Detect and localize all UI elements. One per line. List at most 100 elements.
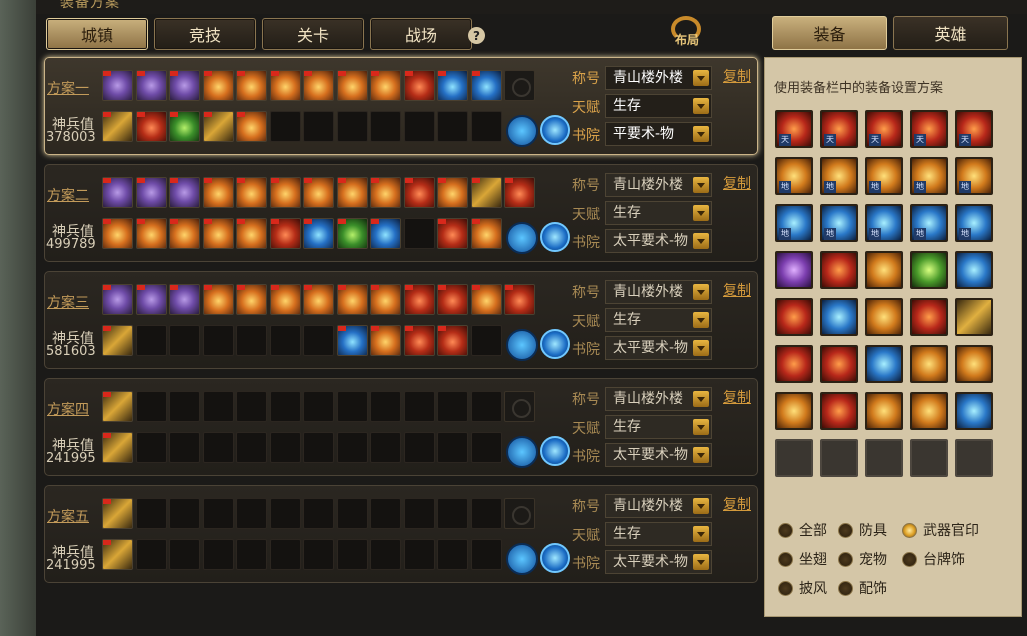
chevron-down-icon[interactable] [693, 554, 709, 570]
equip-slot[interactable] [269, 325, 301, 356]
equip-slot[interactable] [236, 111, 267, 142]
radio-icon[interactable] [838, 580, 853, 596]
chevron-down-icon[interactable] [693, 447, 709, 463]
equip-slot[interactable] [135, 498, 167, 529]
equip-slot[interactable] [102, 284, 133, 315]
title-select[interactable]: 青山楼外楼 [605, 66, 712, 90]
equip-slot[interactable] [470, 498, 502, 529]
equip-slot[interactable] [135, 177, 167, 208]
plan-name[interactable]: 方案五 [47, 506, 89, 526]
plan-name[interactable]: 方案二 [47, 185, 89, 205]
equipment-item[interactable]: 天 [910, 110, 948, 148]
equip-slot[interactable] [169, 111, 200, 142]
equip-slot[interactable] [135, 539, 167, 570]
equip-slot[interactable] [236, 284, 267, 315]
equip-slot[interactable] [236, 391, 267, 422]
mount-skill-icon[interactable] [506, 222, 538, 254]
copy-link[interactable]: 复制 [723, 280, 751, 300]
equipment-item[interactable]: 地 [820, 157, 858, 195]
equip-slot[interactable] [336, 498, 368, 529]
tab-equipment[interactable]: 装备 [772, 16, 887, 50]
equip-slot[interactable] [336, 539, 368, 570]
spirit-skill-icon[interactable] [540, 222, 570, 252]
chevron-down-icon[interactable] [693, 526, 709, 542]
spirit-skill-icon[interactable] [540, 115, 570, 145]
equipment-item[interactable]: 天 [955, 110, 993, 148]
equipment-item[interactable] [820, 392, 858, 430]
equip-slot[interactable] [202, 432, 234, 463]
equip-slot[interactable] [470, 218, 502, 249]
equip-slot[interactable] [135, 325, 167, 356]
equip-slot[interactable] [370, 325, 401, 356]
equip-slot[interactable] [437, 498, 468, 529]
equip-slot[interactable] [202, 111, 234, 142]
equip-slot[interactable] [269, 70, 301, 101]
spirit-skill-icon[interactable] [540, 436, 570, 466]
equip-slot[interactable] [303, 284, 334, 315]
equipment-item[interactable]: 地 [910, 204, 948, 242]
equip-slot[interactable] [370, 218, 401, 249]
academy-select[interactable]: 平要术-物 [605, 122, 712, 146]
equipment-item[interactable] [955, 251, 993, 289]
equip-slot[interactable] [202, 325, 234, 356]
equip-slot[interactable] [102, 177, 133, 208]
chevron-down-icon[interactable] [693, 177, 709, 193]
equip-slot[interactable] [102, 539, 133, 570]
equipment-item[interactable] [775, 392, 813, 430]
equip-slot[interactable] [169, 325, 200, 356]
plan-3[interactable]: 方案三 神兵值 581603 称号 天赋 书院 青山楼外楼 生存 太平要术-物 复制 [44, 271, 758, 369]
equipment-item[interactable]: 天 [865, 110, 903, 148]
equip-slot[interactable] [403, 325, 435, 356]
mount-skill-icon[interactable] [506, 543, 538, 575]
equipment-item[interactable]: 地 [775, 157, 813, 195]
equip-slot[interactable] [437, 284, 468, 315]
tab-stage[interactable]: 关卡 [262, 18, 364, 50]
equip-slot[interactable] [202, 218, 234, 249]
spirit-skill-icon[interactable] [540, 329, 570, 359]
equip-slot[interactable] [504, 70, 535, 101]
spirit-skill-icon[interactable] [540, 543, 570, 573]
radio-icon[interactable] [838, 522, 853, 538]
filter-option[interactable]: 武器官印 [902, 520, 979, 540]
help-icon[interactable]: ? [468, 27, 485, 44]
equip-slot[interactable] [269, 432, 301, 463]
equip-slot[interactable] [303, 70, 334, 101]
equip-slot[interactable] [269, 284, 301, 315]
equip-slot[interactable] [403, 177, 435, 208]
equip-slot[interactable] [135, 218, 167, 249]
plan-1[interactable]: 方案一 神兵值 378003 称号 天赋 书院 青山楼外楼 生存 平要术-物 复制 [44, 57, 758, 155]
tab-battlefield[interactable]: 战场 [370, 18, 472, 50]
equip-slot[interactable] [403, 284, 435, 315]
equip-slot[interactable] [437, 539, 468, 570]
equip-slot[interactable] [236, 325, 267, 356]
equip-slot[interactable] [303, 218, 334, 249]
radio-icon[interactable] [778, 551, 793, 567]
equip-slot[interactable] [269, 539, 301, 570]
equip-slot[interactable] [269, 218, 301, 249]
talent-select[interactable]: 生存 [605, 308, 712, 332]
equip-slot[interactable] [504, 498, 535, 529]
equipment-item[interactable] [910, 392, 948, 430]
equip-slot[interactable] [236, 218, 267, 249]
equipment-item[interactable] [955, 345, 993, 383]
equip-slot[interactable] [102, 498, 133, 529]
radio-icon[interactable] [902, 551, 917, 567]
equip-slot[interactable] [470, 391, 502, 422]
equip-slot[interactable] [403, 70, 435, 101]
equipment-item[interactable]: 地 [820, 204, 858, 242]
equip-slot[interactable] [403, 539, 435, 570]
tab-hero[interactable]: 英雄 [893, 16, 1008, 50]
equip-slot[interactable] [202, 391, 234, 422]
equip-slot[interactable] [202, 177, 234, 208]
mount-skill-icon[interactable] [506, 115, 538, 147]
equip-slot[interactable] [504, 177, 535, 208]
chevron-down-icon[interactable] [693, 233, 709, 249]
equip-slot[interactable] [336, 218, 368, 249]
equip-slot[interactable] [370, 498, 401, 529]
equip-slot[interactable] [370, 70, 401, 101]
equipment-item[interactable] [955, 392, 993, 430]
equip-slot[interactable] [269, 111, 301, 142]
equipment-item[interactable] [775, 345, 813, 383]
equip-slot[interactable] [303, 177, 334, 208]
equipment-item[interactable] [865, 298, 903, 336]
